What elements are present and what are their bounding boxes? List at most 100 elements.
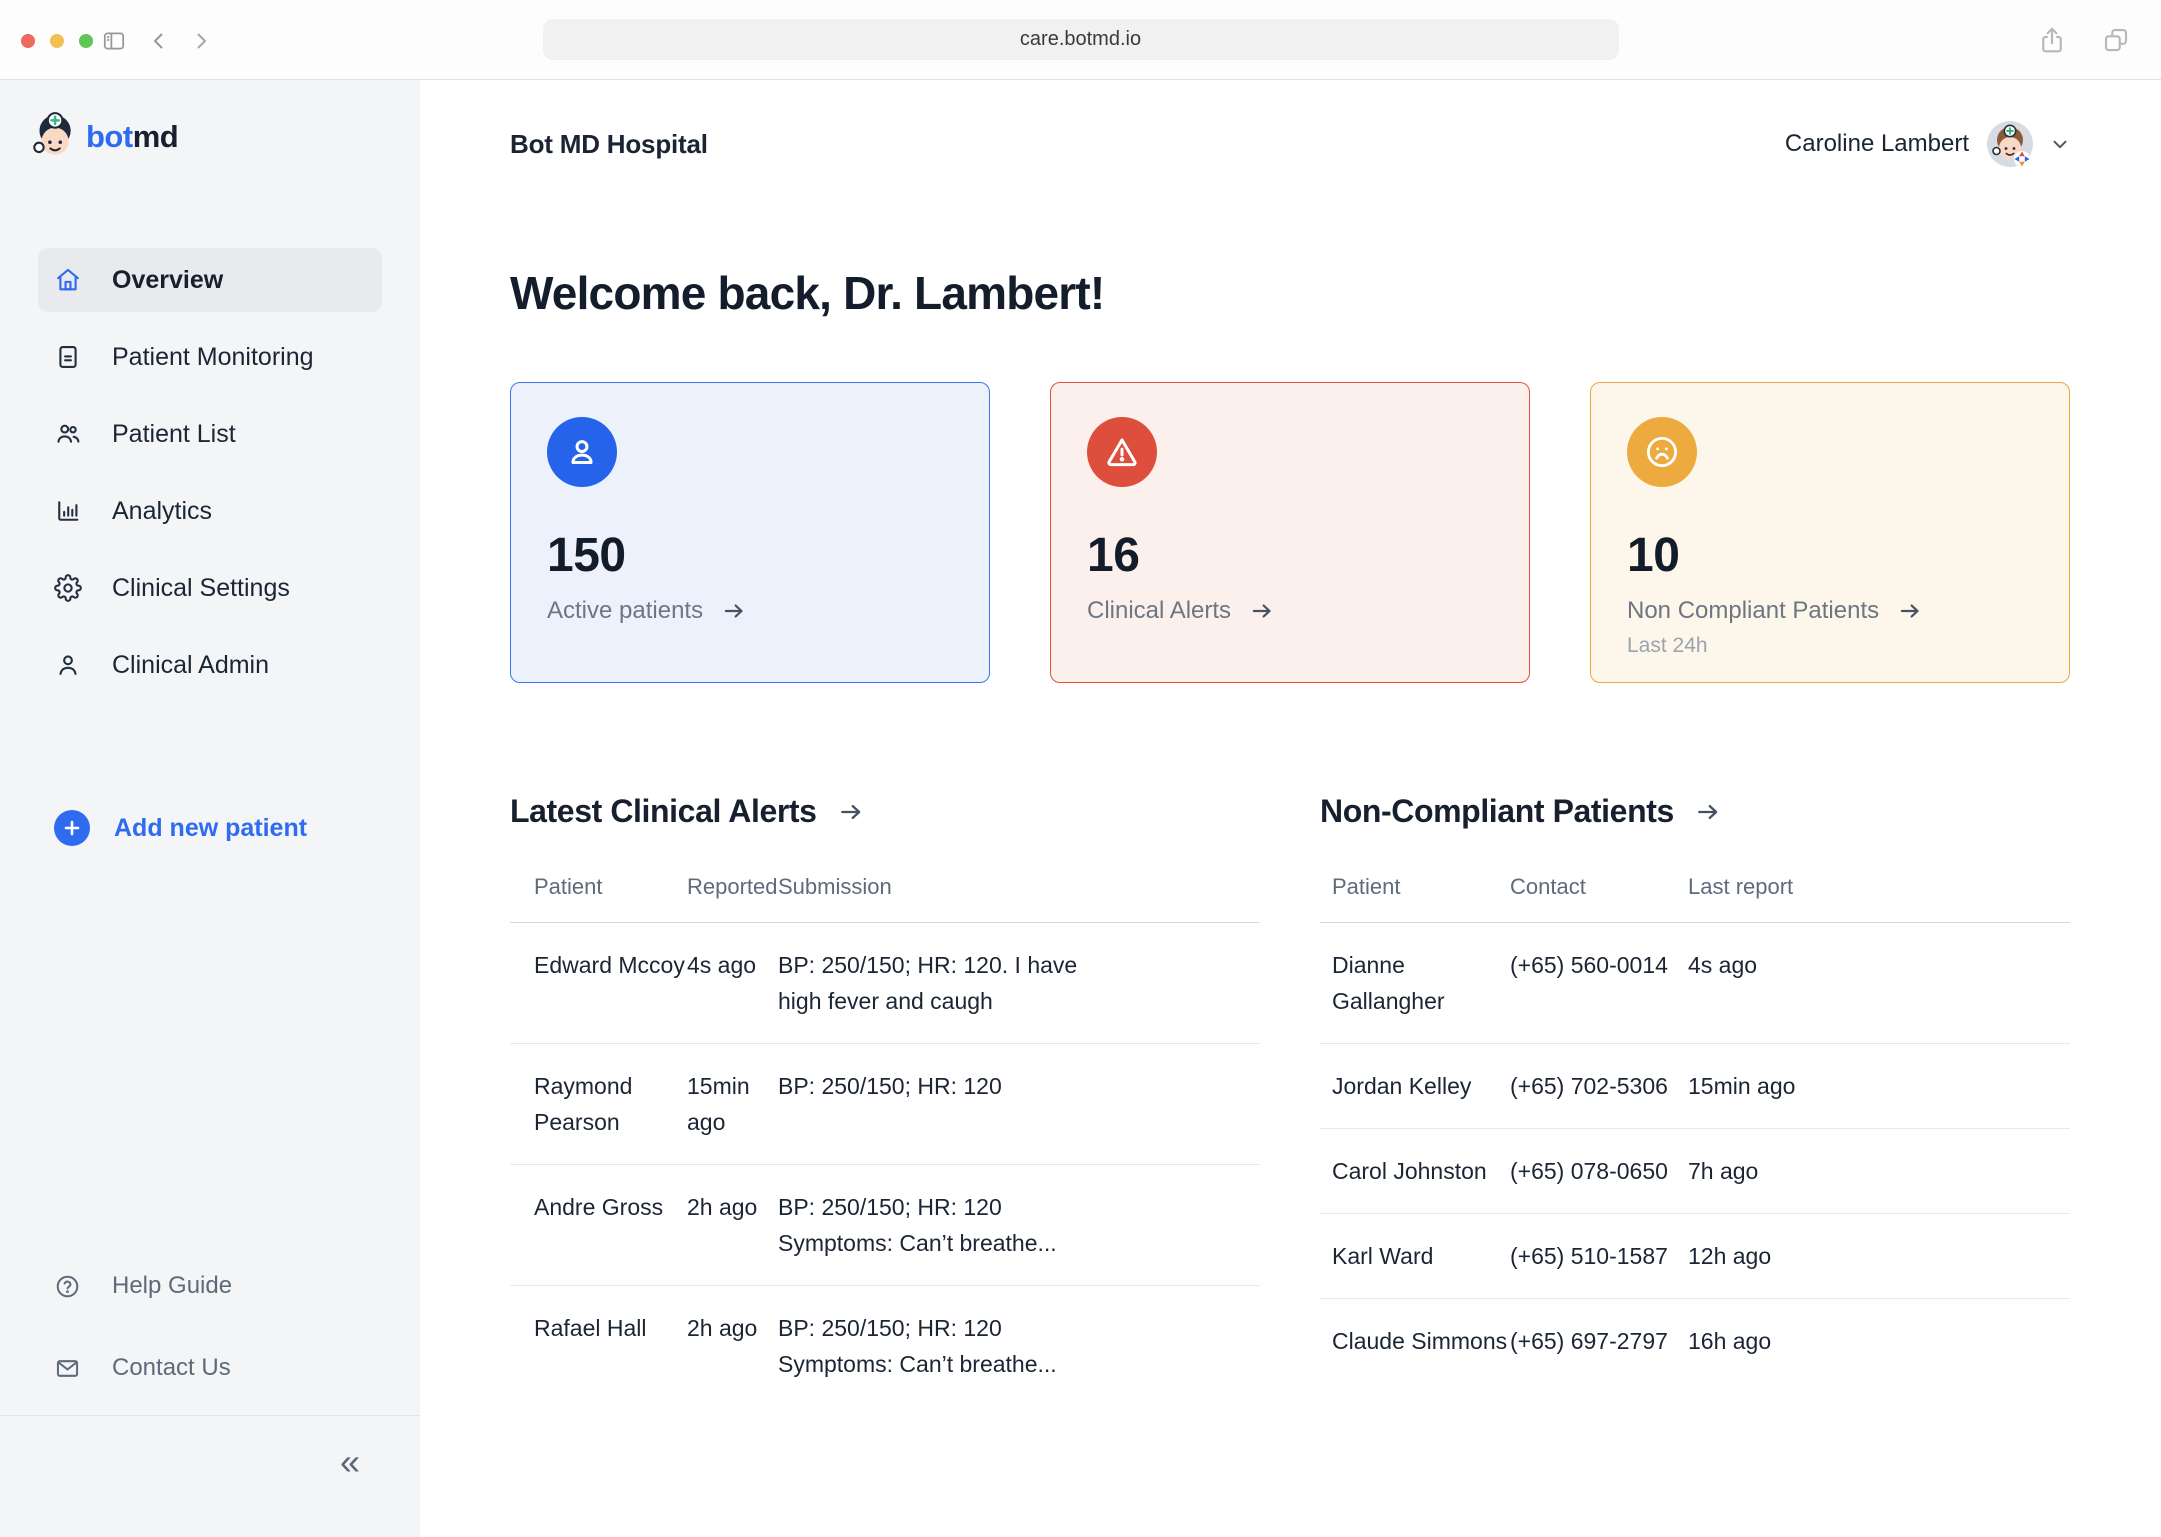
cell-reported: 15min ago (687, 1068, 778, 1140)
address-bar[interactable]: care.botmd.io (543, 19, 1619, 60)
sidebar-item-label: Analytics (112, 497, 212, 526)
mail-icon (54, 1355, 81, 1382)
column-header: Patient (534, 874, 687, 900)
clinical-alerts-table: Patient Reported Submission Edward Mccoy… (510, 874, 1260, 1406)
cell-submission: BP: 250/150; HR: 120 (778, 1068, 1236, 1104)
botmd-logo-icon (30, 110, 76, 164)
stat-value: 16 (1087, 527, 1493, 585)
table-row[interactable]: Dianne Gallangher (+65) 560-0014 4s ago (1320, 923, 2070, 1044)
bar-chart-icon (54, 497, 82, 525)
table-row[interactable]: Karl Ward (+65) 510-1587 12h ago (1320, 1214, 2070, 1299)
tabs-icon[interactable] (2101, 25, 2131, 55)
gear-icon (54, 574, 82, 602)
non-compliant-section: Non-Compliant Patients Patient Contact L… (1320, 793, 2070, 1406)
sidebar-item-label: Overview (112, 266, 223, 295)
sidebar-item-clinical-settings[interactable]: Clinical Settings (38, 556, 382, 620)
welcome-heading: Welcome back, Dr. Lambert! (510, 266, 1104, 320)
stat-label: Clinical Alerts (1087, 597, 1231, 625)
home-icon (54, 266, 82, 294)
sidebar-item-clinical-admin[interactable]: Clinical Admin (38, 633, 382, 697)
cell-patient: Rafael Hall (534, 1310, 687, 1346)
table-row[interactable]: Jordan Kelley (+65) 702-5306 15min ago (1320, 1044, 2070, 1129)
arrow-right-icon (1897, 598, 1923, 624)
table-row[interactable]: Andre Gross 2h ago BP: 250/150; HR: 120 … (510, 1165, 1260, 1286)
user-menu[interactable]: Caroline Lambert (1785, 121, 2071, 167)
app-window: care.botmd.io (0, 0, 2161, 1537)
minimize-window-button[interactable] (50, 34, 64, 48)
add-new-patient-label: Add new patient (114, 814, 307, 843)
add-new-patient-button[interactable]: Add new patient (54, 810, 307, 846)
cell-patient: Edward Mccoy (534, 947, 687, 983)
sidebar-item-patient-list[interactable]: Patient List (38, 402, 382, 466)
stat-label: Non Compliant Patients (1627, 597, 1879, 625)
share-icon[interactable] (2037, 25, 2067, 55)
stat-label: Active patients (547, 597, 703, 625)
traffic-lights (21, 34, 93, 48)
botmd-logo[interactable]: botmd (30, 110, 178, 164)
table-header-row: Patient Contact Last report (1320, 874, 2070, 923)
cell-submission: BP: 250/150; HR: 120 Symptoms: Can’t bre… (778, 1189, 1236, 1261)
browser-chrome: care.botmd.io (0, 0, 2161, 80)
cell-reported: 2h ago (687, 1310, 778, 1346)
cell-reported: 2h ago (687, 1189, 778, 1225)
cell-reported: 4s ago (687, 947, 778, 983)
sidebar-toggle-icon[interactable] (101, 28, 127, 54)
sidebar-item-help-guide[interactable]: Help Guide (54, 1262, 232, 1310)
clinical-alerts-title-link[interactable]: Latest Clinical Alerts (510, 793, 1260, 830)
cell-patient: Claude Simmons (1332, 1323, 1510, 1359)
collapse-sidebar-button[interactable]: « (322, 1438, 378, 1486)
section-title: Latest Clinical Alerts (510, 793, 817, 830)
stat-cards: 150 Active patients 16 Clinic (510, 382, 2070, 683)
table-row[interactable]: Carol Johnston (+65) 078-0650 7h ago (1320, 1129, 2070, 1214)
sidebar-item-analytics[interactable]: Analytics (38, 479, 382, 543)
table-row[interactable]: Edward Mccoy 4s ago BP: 250/150; HR: 120… (510, 923, 1260, 1044)
hospital-title: Bot MD Hospital (510, 129, 708, 160)
help-guide-label: Help Guide (112, 1272, 232, 1300)
fullscreen-window-button[interactable] (79, 34, 93, 48)
chevron-down-icon (2049, 133, 2071, 155)
stat-card-non-compliant[interactable]: 10 Non Compliant Patients Last 24h (1590, 382, 2070, 683)
sidebar-item-label: Patient List (112, 420, 236, 449)
clinical-alerts-section: Latest Clinical Alerts Patient Reported … (510, 793, 1260, 1406)
stat-value: 10 (1627, 527, 2033, 585)
cell-contact: (+65) 078-0650 (1510, 1153, 1688, 1189)
arrow-right-icon (837, 798, 865, 826)
non-compliant-title-link[interactable]: Non-Compliant Patients (1320, 793, 2070, 830)
contact-us-label: Contact Us (112, 1354, 231, 1382)
address-bar-url: care.botmd.io (1020, 28, 1141, 51)
cell-last-report: 16h ago (1688, 1323, 2058, 1359)
cell-patient: Raymond Pearson (534, 1068, 687, 1140)
stat-card-active-patients[interactable]: 150 Active patients (510, 382, 990, 683)
stat-card-clinical-alerts[interactable]: 16 Clinical Alerts (1050, 382, 1530, 683)
sidebar-item-patient-monitoring[interactable]: Patient Monitoring (38, 325, 382, 389)
cell-patient: Dianne Gallangher (1332, 947, 1510, 1019)
close-window-button[interactable] (21, 34, 35, 48)
users-icon (54, 420, 82, 448)
cell-contact: (+65) 560-0014 (1510, 947, 1688, 983)
forward-icon[interactable] (188, 28, 214, 54)
cell-patient: Jordan Kelley (1332, 1068, 1510, 1104)
user-name: Caroline Lambert (1785, 130, 1969, 158)
user-icon (54, 651, 82, 679)
table-header-row: Patient Reported Submission (510, 874, 1260, 923)
table-row[interactable]: Raymond Pearson 15min ago BP: 250/150; H… (510, 1044, 1260, 1165)
main-header: Bot MD Hospital Caroline Lambert (510, 116, 2071, 172)
stat-value: 150 (547, 527, 953, 585)
table-row[interactable]: Claude Simmons (+65) 697-2797 16h ago (1320, 1299, 2070, 1383)
sad-face-icon (1627, 417, 1697, 487)
cell-contact: (+65) 702-5306 (1510, 1068, 1688, 1104)
sidebar-item-contact-us[interactable]: Contact Us (54, 1344, 231, 1392)
user-avatar (1987, 121, 2033, 167)
table-row[interactable]: Rafael Hall 2h ago BP: 250/150; HR: 120 … (510, 1286, 1260, 1406)
column-header: Reported (687, 874, 778, 900)
sidebar-item-overview[interactable]: Overview (38, 248, 382, 312)
sidebar-item-label: Patient Monitoring (112, 343, 314, 372)
section-title: Non-Compliant Patients (1320, 793, 1674, 830)
back-icon[interactable] (146, 28, 172, 54)
cell-submission: BP: 250/150; HR: 120 Symptoms: Can’t bre… (778, 1310, 1236, 1382)
sidebar-nav: Overview Patient Monitoring Patient L (38, 248, 382, 710)
cell-patient: Karl Ward (1332, 1238, 1510, 1274)
cell-patient: Carol Johnston (1332, 1153, 1510, 1189)
arrow-right-icon (1249, 598, 1275, 624)
column-header: Patient (1332, 874, 1510, 900)
